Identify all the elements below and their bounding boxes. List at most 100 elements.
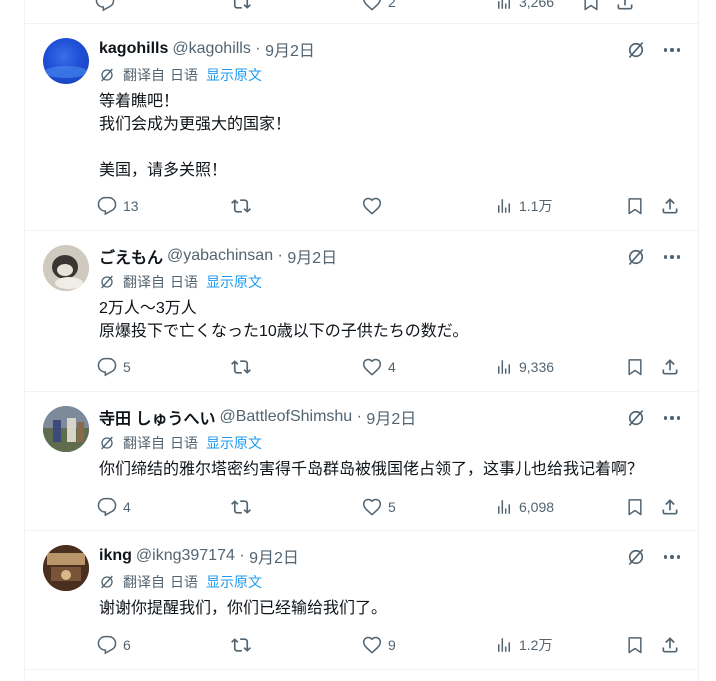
timeline-feed: 2 3,266 kagohills @kagohills · 9月2日 翻译自 … (24, 0, 699, 681)
retweet-button[interactable] (230, 194, 252, 218)
reply-button[interactable]: 6 (97, 633, 131, 657)
reply-icon (97, 196, 117, 216)
display-name[interactable]: 寺田 しゅうへい (99, 405, 215, 429)
tweet-text: 你们缔结的雅尔塔密约害得千岛群岛被俄国佬占领了，这事儿也给我记着啊？ (99, 458, 643, 481)
bookmark-icon (628, 198, 642, 215)
retweet-icon (231, 199, 251, 213)
more-icon[interactable] (663, 249, 680, 265)
translation-notice: 翻译自 日语 显示原文 (99, 65, 262, 85)
retweet-button[interactable] (230, 0, 252, 14)
tweet[interactable]: 寺田 しゅうへい @BattleofShimshu · 9月2日 翻译自 日语 … (25, 392, 698, 531)
tweet-date[interactable]: 9月2日 (249, 544, 299, 568)
share-icon (662, 637, 678, 653)
reply-icon (97, 635, 117, 655)
more-icon[interactable] (663, 549, 680, 565)
views-button[interactable]: 1.2万 (495, 633, 552, 657)
show-original-link[interactable]: 显示原文 (206, 272, 262, 292)
reply-button[interactable]: 5 (97, 355, 131, 379)
bookmark-button[interactable] (625, 495, 645, 519)
bookmark-button[interactable] (625, 194, 645, 218)
views-count: 1.2万 (519, 637, 553, 653)
tweet-actions: 4 5 6,098 (95, 495, 685, 519)
like-count: 5 (388, 499, 396, 515)
translated-from-label: 翻译自 (123, 67, 165, 83)
avatar[interactable] (43, 545, 89, 591)
bookmark-button[interactable] (581, 0, 601, 14)
reply-icon (97, 497, 117, 517)
translation-notice: 翻译自 日语 显示原文 (99, 572, 262, 592)
user-handle[interactable]: @kagohills (172, 40, 251, 58)
previous-tweet-actions: 2 3,266 (25, 0, 698, 24)
avatar-image (43, 245, 89, 291)
tweet[interactable]: ごえもん @yabachinsan · 9月2日 翻译自 日语 显示原文 2万人… (25, 231, 698, 392)
translate-icon (101, 436, 113, 450)
tweet-date[interactable]: 9月2日 (265, 37, 315, 61)
views-count: 1.1万 (519, 198, 553, 214)
bookmark-button[interactable] (625, 355, 645, 379)
tweet-header: kagohills @kagohills · 9月2日 (99, 38, 315, 60)
translated-from-label: 翻译自 (123, 574, 165, 590)
views-button[interactable]: 3,266 (495, 0, 554, 14)
views-button[interactable]: 6,098 (495, 495, 554, 519)
show-original-link[interactable]: 显示原文 (206, 572, 262, 592)
tweet[interactable]: ikng @ikng397174 · 9月2日 翻译自 日语 显示原文 谢谢你提… (25, 531, 698, 670)
like-button[interactable]: 2 (362, 0, 396, 14)
share-button[interactable] (660, 194, 680, 218)
views-button[interactable]: 1.1万 (495, 194, 552, 218)
retweet-button[interactable] (230, 633, 252, 657)
translate-icon (101, 275, 113, 289)
tweet-date[interactable]: 9月2日 (366, 405, 416, 429)
retweet-button[interactable] (230, 495, 252, 519)
show-original-link[interactable]: 显示原文 (206, 65, 262, 85)
user-handle[interactable]: @ikng397174 (136, 547, 235, 565)
display-name[interactable]: ikng (99, 547, 132, 565)
avatar[interactable] (43, 406, 89, 452)
grok-icon[interactable] (626, 408, 646, 428)
retweet-button[interactable] (230, 355, 252, 379)
avatar-image (44, 66, 88, 78)
reply-count: 13 (123, 198, 139, 214)
like-button[interactable] (362, 194, 382, 218)
reply-button[interactable] (95, 0, 115, 14)
translate-icon (101, 575, 113, 589)
display-name[interactable]: ごえもん (99, 244, 163, 268)
avatar[interactable] (43, 245, 89, 291)
more-icon[interactable] (663, 42, 680, 58)
tweet-top-icons (626, 547, 680, 567)
like-count: 4 (388, 359, 396, 375)
user-handle[interactable]: @BattleofShimshu (219, 408, 352, 426)
retweet-icon (233, 0, 251, 9)
tweet-actions: 13 1.1万 (95, 194, 685, 218)
like-button[interactable]: 9 (362, 633, 396, 657)
like-button[interactable]: 4 (362, 355, 396, 379)
tweet[interactable]: kagohills @kagohills · 9月2日 翻译自 日语 显示原文 … (25, 24, 698, 231)
share-button[interactable] (660, 633, 680, 657)
reply-button[interactable]: 13 (97, 194, 139, 218)
views-count: 3,266 (519, 0, 555, 10)
avatar[interactable] (43, 38, 89, 84)
share-button[interactable] (660, 355, 680, 379)
reply-button[interactable]: 4 (97, 495, 131, 519)
share-button[interactable] (615, 0, 635, 14)
display-name[interactable]: kagohills (99, 40, 168, 58)
user-handle[interactable]: @yabachinsan (167, 247, 273, 265)
views-icon (498, 500, 510, 514)
translate-icon (101, 68, 113, 82)
source-language: 日语 (170, 435, 198, 451)
tweet-header: ikng @ikng397174 · 9月2日 (99, 545, 299, 567)
grok-icon[interactable] (626, 247, 646, 267)
like-button[interactable]: 5 (362, 495, 396, 519)
show-original-link[interactable]: 显示原文 (206, 433, 262, 453)
bookmark-button[interactable] (625, 633, 645, 657)
grok-icon[interactable] (626, 40, 646, 60)
views-button[interactable]: 9,336 (495, 355, 554, 379)
tweet-top-icons (626, 408, 680, 428)
views-icon (498, 0, 510, 9)
tweet-text-line: 等着瞧吧！ (99, 93, 180, 110)
tweet-top-icons (626, 247, 680, 267)
more-icon[interactable] (663, 410, 680, 426)
grok-icon[interactable] (626, 547, 646, 567)
bookmark-icon (584, 0, 598, 11)
tweet-date[interactable]: 9月2日 (287, 244, 337, 268)
share-button[interactable] (660, 495, 680, 519)
